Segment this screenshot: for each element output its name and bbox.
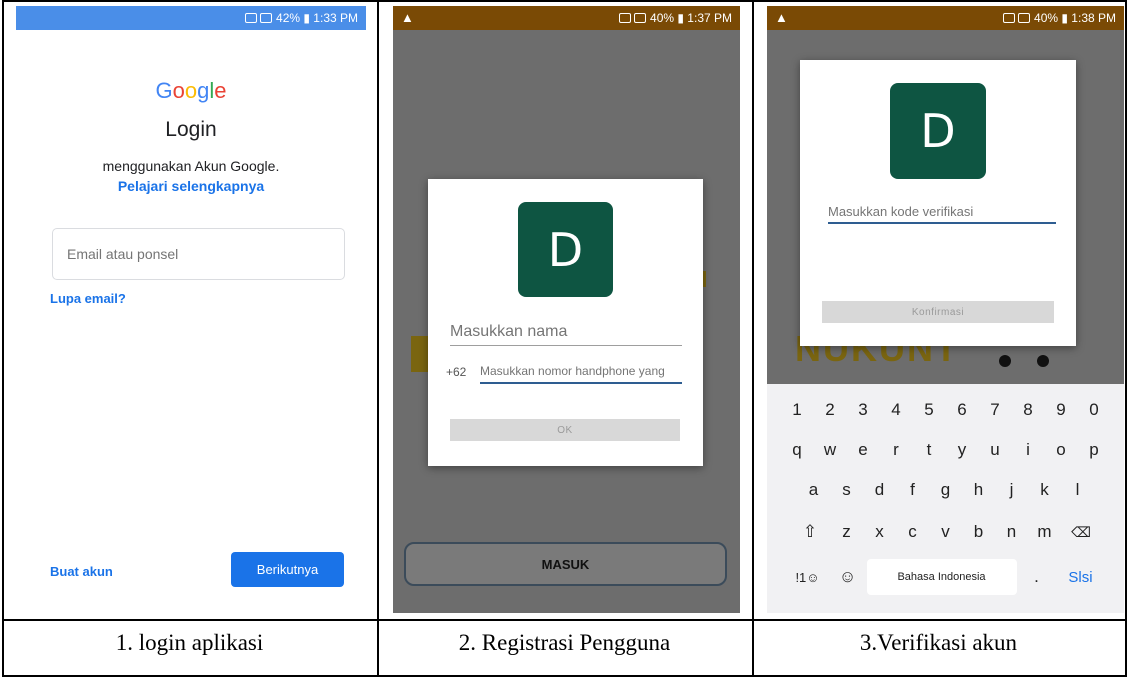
confirm-button[interactable]: Konfirmasi bbox=[822, 301, 1054, 323]
key-u[interactable]: u bbox=[979, 432, 1012, 468]
status-text: 40% ▮ 1:38 PM bbox=[1034, 11, 1116, 25]
key-5[interactable]: 5 bbox=[913, 392, 946, 428]
keyboard-letter-group: zxcvbnm bbox=[830, 514, 1061, 550]
status-bar: 42% ▮ 1:33 PM bbox=[16, 6, 366, 30]
key-n[interactable]: n bbox=[995, 514, 1028, 550]
key-e[interactable]: e bbox=[847, 432, 880, 468]
key-g[interactable]: g bbox=[929, 472, 962, 508]
key-z[interactable]: z bbox=[830, 514, 863, 550]
phone-field[interactable] bbox=[480, 360, 682, 384]
key-9[interactable]: 9 bbox=[1045, 392, 1078, 428]
alarm-icon bbox=[634, 13, 647, 23]
table-border-top bbox=[2, 0, 1127, 2]
key-3[interactable]: 3 bbox=[847, 392, 880, 428]
key-q[interactable]: q bbox=[781, 432, 814, 468]
onscreen-keyboard: 1234567890 qwertyuiop asdfghjkl ⇧ zxcvbn… bbox=[767, 384, 1124, 613]
key-h[interactable]: h bbox=[962, 472, 995, 508]
country-code: +62 bbox=[446, 365, 467, 379]
keyboard-bottom-row: !1☺ ☺ Bahasa Indonesia . Slsi bbox=[767, 559, 1124, 595]
key-d[interactable]: d bbox=[863, 472, 896, 508]
status-bar: ▲ 40% ▮ 1:38 PM bbox=[767, 6, 1124, 30]
table-border-col1 bbox=[377, 0, 379, 677]
warning-icon: ▲ bbox=[775, 10, 788, 25]
key-j[interactable]: j bbox=[995, 472, 1028, 508]
status-bar: ▲ 40% ▮ 1:37 PM bbox=[393, 6, 740, 30]
keyboard-qwerty-row: qwertyuiop bbox=[767, 432, 1124, 468]
emoji-key[interactable]: ☺ bbox=[833, 559, 863, 595]
keyboard-number-row: 1234567890 bbox=[767, 392, 1124, 428]
key-c[interactable]: c bbox=[896, 514, 929, 550]
period-key[interactable]: . bbox=[1021, 559, 1053, 595]
symbols-key[interactable]: !1☺ bbox=[787, 559, 829, 595]
login-screen: 42% ▮ 1:33 PM Google Login menggunakan A… bbox=[16, 6, 366, 613]
learn-more-link[interactable]: Pelajari selengkapnya bbox=[16, 178, 366, 194]
page-subtitle: menggunakan Akun Google. bbox=[102, 158, 280, 174]
key-8[interactable]: 8 bbox=[1012, 392, 1045, 428]
key-i[interactable]: i bbox=[1012, 432, 1045, 468]
key-v[interactable]: v bbox=[929, 514, 962, 550]
key-m[interactable]: m bbox=[1028, 514, 1061, 550]
cast-icon bbox=[1003, 13, 1016, 23]
google-logo: Google bbox=[155, 78, 227, 103]
key-y[interactable]: y bbox=[946, 432, 979, 468]
key-b[interactable]: b bbox=[962, 514, 995, 550]
key-s[interactable]: s bbox=[830, 472, 863, 508]
status-text: 40% ▮ 1:37 PM bbox=[650, 11, 732, 25]
key-a[interactable]: a bbox=[797, 472, 830, 508]
key-6[interactable]: 6 bbox=[946, 392, 979, 428]
table-border-left bbox=[2, 0, 4, 677]
cart-wheel-icon bbox=[1037, 355, 1049, 367]
cast-icon bbox=[245, 13, 258, 23]
status-text: 42% ▮ 1:33 PM bbox=[276, 11, 358, 25]
key-w[interactable]: w bbox=[814, 432, 847, 468]
caption-registration: 2. Registrasi Pengguna bbox=[458, 630, 671, 655]
backspace-key[interactable]: ⌫ bbox=[1061, 514, 1101, 550]
key-2[interactable]: 2 bbox=[814, 392, 847, 428]
registration-dialog: D +62 OK bbox=[428, 179, 703, 466]
key-x[interactable]: x bbox=[863, 514, 896, 550]
keyboard-zxcv-row: ⇧ zxcvbnm ⌫ bbox=[767, 514, 1124, 550]
key-r[interactable]: r bbox=[880, 432, 913, 468]
verification-code-field[interactable] bbox=[828, 200, 1056, 224]
table-border-col2 bbox=[752, 0, 754, 677]
key-k[interactable]: k bbox=[1028, 472, 1061, 508]
app-avatar: D bbox=[518, 202, 613, 297]
key-7[interactable]: 7 bbox=[979, 392, 1012, 428]
verification-screen: ▲ 40% ▮ 1:38 PM NUKUNT D Konfirmasi 1234… bbox=[767, 6, 1124, 613]
verification-dialog: D Konfirmasi bbox=[800, 60, 1076, 346]
app-avatar: D bbox=[890, 83, 986, 179]
alarm-icon bbox=[1018, 13, 1031, 23]
key-t[interactable]: t bbox=[913, 432, 946, 468]
registration-screen: ▲ 40% ▮ 1:37 PM D +62 OK MASUK bbox=[393, 6, 740, 613]
table-border-middle bbox=[2, 619, 1127, 621]
enter-key[interactable]: Slsi bbox=[1057, 559, 1105, 595]
key-0[interactable]: 0 bbox=[1078, 392, 1111, 428]
create-account-link[interactable]: Buat akun bbox=[50, 564, 113, 579]
cart-wheel-icon bbox=[999, 355, 1011, 367]
key-1[interactable]: 1 bbox=[781, 392, 814, 428]
shift-key[interactable]: ⇧ bbox=[790, 514, 830, 550]
table-border-right bbox=[1125, 0, 1127, 677]
space-key[interactable]: Bahasa Indonesia bbox=[866, 559, 1017, 595]
page-title: Login bbox=[165, 118, 217, 141]
keyboard-asdf-row: asdfghjkl bbox=[767, 472, 1124, 508]
warning-icon: ▲ bbox=[401, 10, 414, 25]
next-button[interactable]: Berikutnya bbox=[231, 552, 344, 587]
key-o[interactable]: o bbox=[1045, 432, 1078, 468]
forgot-email-link[interactable]: Lupa email? bbox=[50, 291, 126, 306]
email-field[interactable] bbox=[52, 228, 345, 280]
cast-icon bbox=[619, 13, 632, 23]
key-f[interactable]: f bbox=[896, 472, 929, 508]
key-l[interactable]: l bbox=[1061, 472, 1094, 508]
key-4[interactable]: 4 bbox=[880, 392, 913, 428]
caption-login: 1. login aplikasi bbox=[115, 630, 264, 655]
key-p[interactable]: p bbox=[1078, 432, 1111, 468]
figure-frame: 42% ▮ 1:33 PM Google Login menggunakan A… bbox=[2, 0, 1127, 677]
login-button[interactable]: MASUK bbox=[404, 542, 727, 586]
caption-verification: 3.Verifikasi akun bbox=[859, 630, 1018, 655]
name-field[interactable] bbox=[450, 318, 682, 346]
alarm-icon bbox=[260, 13, 273, 23]
ok-button[interactable]: OK bbox=[450, 419, 680, 441]
